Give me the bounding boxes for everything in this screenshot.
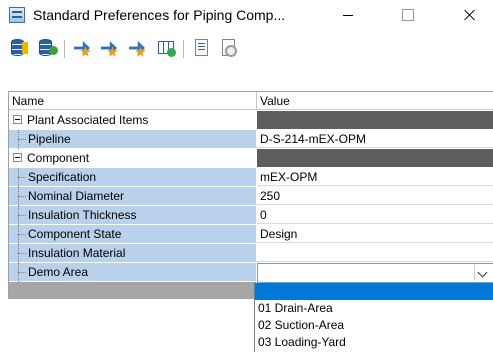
property-label: Demo Area <box>28 265 89 279</box>
property-row-component-state[interactable]: Component State Design <box>9 225 493 244</box>
grid-header: Name Value <box>9 92 493 110</box>
database-check-icon[interactable] <box>36 37 58 59</box>
window-title: Standard Preferences for Piping Comp... <box>33 7 286 23</box>
category-row-component[interactable]: Component <box>9 149 493 168</box>
category-value <box>257 149 493 167</box>
toolbar-separator <box>64 40 65 58</box>
category-value <box>257 111 493 129</box>
property-row-insulation-thickness[interactable]: Insulation Thickness 0 <box>9 206 493 225</box>
property-value[interactable]: 250 <box>257 187 493 205</box>
app-icon <box>9 7 25 23</box>
category-label: Component <box>27 151 90 165</box>
demo-area-combobox[interactable] <box>257 263 493 283</box>
grid-check-icon[interactable] <box>155 37 177 59</box>
category-label: Plant Associated Items <box>27 113 149 127</box>
property-grid: Name Value Plant Associated Items Pipeli… <box>8 91 493 299</box>
property-label: Insulation Material <box>28 246 126 260</box>
page-clock-icon[interactable] <box>217 37 239 59</box>
property-value[interactable] <box>257 244 493 262</box>
column-header-value[interactable]: Value <box>260 94 290 108</box>
property-value[interactable]: 0 <box>257 206 493 224</box>
property-row-demo-area[interactable]: Demo Area <box>9 263 493 283</box>
dropdown-option[interactable] <box>255 283 493 300</box>
demo-area-dropdown-list: 01 Drain-Area 02 Suction-Area 03 Loading… <box>254 283 493 352</box>
collapse-icon[interactable] <box>13 153 22 162</box>
close-button[interactable] <box>447 0 493 31</box>
page-import-icon[interactable] <box>190 37 212 59</box>
arrow-star-icon[interactable] <box>71 37 93 59</box>
dropdown-option[interactable]: 01 Drain-Area <box>255 300 493 317</box>
property-value[interactable]: D-S-214-mEX-OPM <box>257 130 493 148</box>
column-header-name[interactable]: Name <box>12 94 44 108</box>
property-label: Nominal Diameter <box>28 189 125 203</box>
maximize-button <box>384 0 430 31</box>
property-value[interactable]: Design <box>257 225 493 243</box>
property-label: Pipeline <box>28 132 71 146</box>
title-bar: Standard Preferences for Piping Comp... <box>0 0 493 31</box>
property-row-insulation-material[interactable]: Insulation Material <box>9 244 493 263</box>
property-row-nominal-diameter[interactable]: Nominal Diameter 250 <box>9 187 493 206</box>
database-flag-icon[interactable] <box>8 37 30 59</box>
minimize-button[interactable] <box>325 0 371 31</box>
dropdown-option[interactable]: 02 Suction-Area <box>255 317 493 334</box>
toolbar-separator <box>183 40 184 58</box>
collapse-icon[interactable] <box>13 115 22 124</box>
chevron-down-icon[interactable] <box>474 265 491 281</box>
dropdown-option[interactable]: 03 Loading-Yard <box>255 334 493 351</box>
property-row-pipeline[interactable]: Pipeline D-S-214-mEX-OPM <box>9 130 493 149</box>
category-row-plant-associated-items[interactable]: Plant Associated Items <box>9 111 493 130</box>
arrow-star-icon-2[interactable] <box>98 37 120 59</box>
property-row-specification[interactable]: Specification mEX-OPM <box>9 168 493 187</box>
arrow-star-icon-3[interactable] <box>126 37 148 59</box>
property-label: Insulation Thickness <box>28 208 137 222</box>
property-value[interactable]: mEX-OPM <box>257 168 493 186</box>
toolbar <box>0 34 493 62</box>
property-label: Component State <box>28 227 122 241</box>
grid-empty-area <box>9 282 256 299</box>
property-label: Specification <box>28 170 97 184</box>
